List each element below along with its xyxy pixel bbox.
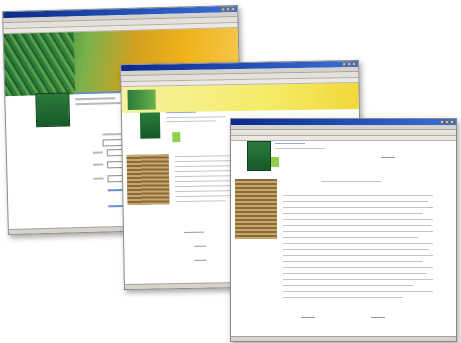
text-line xyxy=(283,255,433,256)
text-line xyxy=(194,259,207,261)
text-line xyxy=(175,200,226,203)
bamboo-thumbnail xyxy=(139,112,161,139)
close-icon[interactable] xyxy=(450,120,454,124)
screenshot-collage xyxy=(0,0,461,343)
text-line xyxy=(194,245,207,247)
bamboo-thumbnail xyxy=(247,141,271,171)
field-label xyxy=(93,177,104,180)
text-line xyxy=(75,97,116,101)
text-line xyxy=(283,225,431,226)
maximize-icon[interactable] xyxy=(347,62,352,67)
text-line xyxy=(283,267,433,268)
maximize-icon[interactable] xyxy=(226,7,231,12)
site-banner xyxy=(121,82,359,114)
text-line xyxy=(283,285,413,286)
text-line xyxy=(275,148,325,149)
text-line xyxy=(381,157,395,158)
text-line xyxy=(165,116,226,119)
close-icon[interactable] xyxy=(352,61,357,67)
text-line xyxy=(283,273,427,274)
text-line xyxy=(75,102,121,106)
text-line xyxy=(283,201,428,202)
window-controls xyxy=(342,61,357,67)
text-line xyxy=(283,213,423,214)
field-label xyxy=(92,151,103,154)
field-label xyxy=(93,163,104,166)
text-line xyxy=(283,237,418,238)
header-link[interactable] xyxy=(75,90,126,95)
text-line xyxy=(283,219,433,220)
green-button[interactable] xyxy=(172,132,181,143)
header-link[interactable] xyxy=(165,111,196,114)
text-line xyxy=(283,261,423,262)
green-button[interactable] xyxy=(271,157,279,167)
text-line xyxy=(283,243,433,244)
text-line xyxy=(283,231,433,232)
minimize-icon[interactable] xyxy=(440,120,444,124)
text-line xyxy=(166,120,217,123)
bamboo-image xyxy=(3,32,76,97)
text-line xyxy=(371,317,385,318)
site-logo[interactable] xyxy=(127,89,156,110)
text-line xyxy=(283,207,433,208)
text-line xyxy=(283,291,433,292)
bamboo-thumbnail xyxy=(35,92,71,128)
text-line xyxy=(283,249,429,250)
browser-window-front xyxy=(230,118,457,342)
header-link[interactable] xyxy=(275,143,305,144)
maximize-icon[interactable] xyxy=(445,120,449,124)
text-line xyxy=(283,195,433,196)
text-line xyxy=(183,231,205,234)
text-line xyxy=(321,181,381,182)
minimize-icon[interactable] xyxy=(221,7,226,12)
gate-photo xyxy=(235,179,277,239)
minimize-icon[interactable] xyxy=(342,62,347,67)
gate-photo xyxy=(126,154,170,205)
text-line xyxy=(301,317,315,318)
text-line xyxy=(283,279,433,280)
close-icon[interactable] xyxy=(231,7,236,12)
window-controls xyxy=(440,120,454,124)
text-line xyxy=(283,297,403,298)
text-line xyxy=(175,180,236,183)
window-controls xyxy=(221,7,236,12)
status-bar xyxy=(231,336,456,341)
